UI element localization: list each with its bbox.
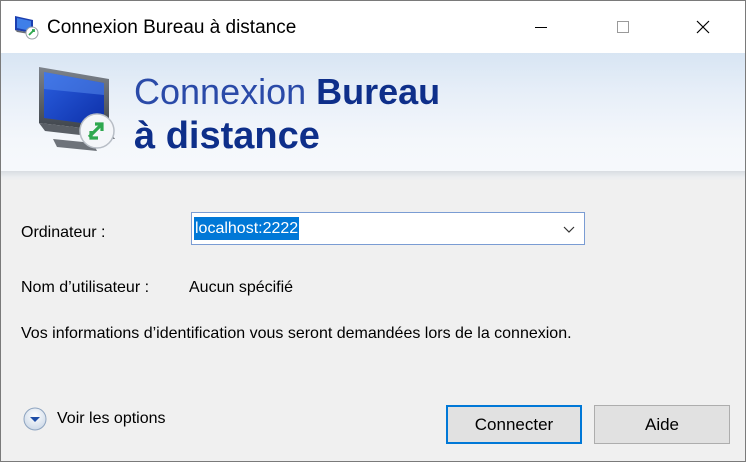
- banner-divider: [1, 171, 745, 181]
- show-options-toggle[interactable]: Voir les options: [23, 406, 166, 432]
- chevron-down-icon[interactable]: [562, 222, 576, 236]
- window-title: Connexion Bureau à distance: [47, 17, 297, 38]
- banner-title-line1: Connexion Bureau: [134, 71, 440, 113]
- banner-title-line2: à distance: [134, 115, 320, 157]
- computer-label: Ordinateur :: [21, 224, 106, 241]
- title-bar[interactable]: Connexion Bureau à distance: [1, 1, 745, 53]
- maximize-button[interactable]: [593, 1, 653, 53]
- help-button[interactable]: Aide: [594, 405, 730, 444]
- computer-input-value[interactable]: localhost:2222: [194, 217, 300, 240]
- remote-desktop-monitor-icon: [39, 67, 115, 151]
- username-label: Nom d’utilisateur :: [21, 279, 150, 296]
- remote-desktop-app-icon: [15, 16, 39, 40]
- banner-title-part1: Connexion: [134, 71, 317, 112]
- rdp-window: Connexion Bureau à distance Connexion Bu…: [0, 0, 746, 462]
- username-value: Aucun spécifié: [189, 279, 294, 296]
- connect-button[interactable]: Connecter: [446, 405, 582, 444]
- minimize-button[interactable]: [511, 1, 571, 53]
- credentials-info-text: Vos informations d’identification vous s…: [21, 325, 572, 342]
- show-options-label[interactable]: Voir les options: [57, 410, 166, 428]
- close-icon: [696, 20, 710, 34]
- close-button[interactable]: [673, 1, 733, 53]
- computer-combobox[interactable]: localhost:2222: [191, 212, 585, 245]
- maximize-icon: [617, 21, 629, 33]
- banner-title-part2: Bureau: [316, 71, 441, 112]
- header-banner: Connexion Bureau à distance: [1, 53, 745, 177]
- chevron-down-circle-icon[interactable]: [23, 407, 47, 431]
- minimize-icon: [535, 26, 547, 28]
